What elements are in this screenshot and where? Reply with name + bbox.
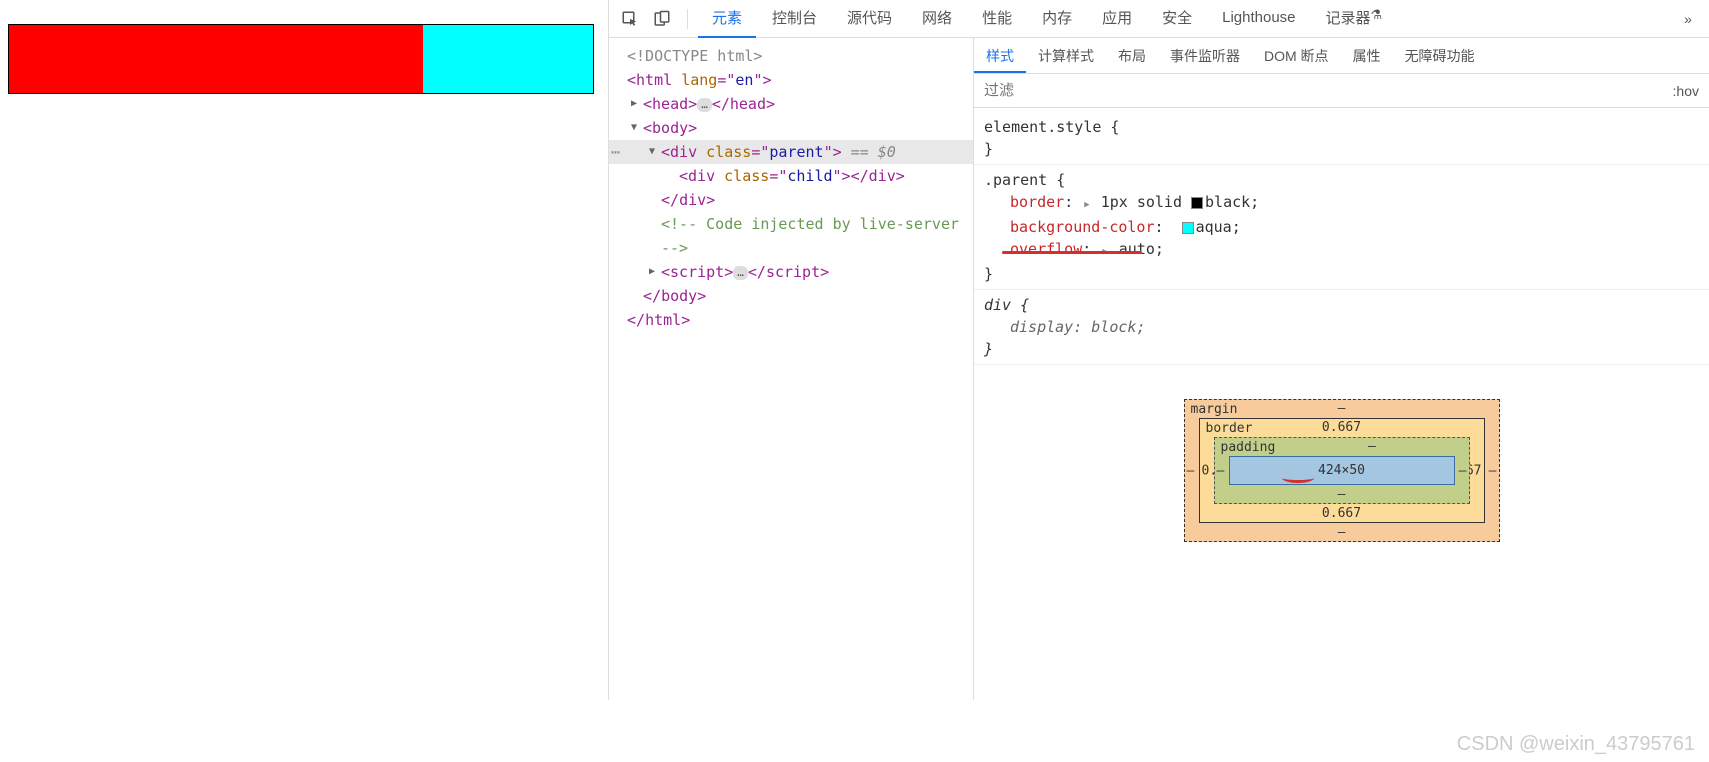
devtools-toolbar: 元素 控制台 源代码 网络 性能 内存 应用 安全 Lighthouse 记录器…: [609, 0, 1709, 38]
expand-shorthand-icon[interactable]: ▶: [1084, 194, 1089, 216]
color-swatch-black[interactable]: [1191, 197, 1203, 209]
tab-security[interactable]: 安全: [1148, 0, 1206, 38]
styles-tab-accessibility[interactable]: 无障碍功能: [1393, 38, 1487, 73]
expand-arrow-icon[interactable]: ▶: [645, 260, 659, 284]
parent-element[interactable]: [8, 24, 594, 94]
devtools: 元素 控制台 源代码 网络 性能 内存 应用 安全 Lighthouse 记录器…: [609, 0, 1709, 700]
separator: [687, 9, 688, 29]
page-preview: [0, 0, 609, 700]
ellipsis-icon[interactable]: …: [697, 98, 712, 112]
dom-doctype[interactable]: <!DOCTYPE html>: [627, 47, 762, 65]
annotation-arc: [1282, 473, 1314, 483]
box-model: margin – – – – border 0.667 0.667 0.667 …: [974, 369, 1709, 572]
tab-recorder[interactable]: 记录器⚗: [1312, 0, 1397, 38]
box-model-margin[interactable]: margin – – – – border 0.667 0.667 0.667 …: [1184, 399, 1500, 542]
styles-tab-computed[interactable]: 计算样式: [1026, 38, 1106, 73]
box-model-content[interactable]: 424×50: [1229, 456, 1455, 485]
styles-tab-dom-breakpoints[interactable]: DOM 断点: [1252, 38, 1341, 73]
child-element[interactable]: [9, 25, 423, 93]
color-swatch-aqua[interactable]: [1182, 222, 1194, 234]
inspect-icon[interactable]: [615, 4, 645, 34]
expand-arrow-icon[interactable]: ▶: [627, 92, 641, 116]
collapse-arrow-icon[interactable]: ▼: [627, 116, 641, 140]
collapse-arrow-icon[interactable]: ▼: [645, 140, 659, 164]
dom-selected-node[interactable]: ▼<div class="parent"> == $0: [609, 140, 973, 164]
box-model-border[interactable]: border 0.667 0.667 0.667 0.667 padding –…: [1199, 418, 1485, 523]
hov-toggle[interactable]: :hov: [1663, 83, 1699, 99]
styles-tab-listeners[interactable]: 事件监听器: [1158, 38, 1252, 73]
tab-lighthouse[interactable]: Lighthouse: [1208, 1, 1309, 36]
styles-panel: 样式 计算样式 布局 事件监听器 DOM 断点 属性 无障碍功能 :hov el…: [974, 38, 1709, 700]
annotation-underline: [1002, 251, 1142, 254]
rule-parent[interactable]: .parent { border: ▶ 1px solid black; bac…: [974, 165, 1709, 290]
ellipsis-icon[interactable]: …: [733, 266, 748, 280]
styles-tab-layout[interactable]: 布局: [1106, 38, 1158, 73]
tab-network[interactable]: 网络: [908, 0, 966, 38]
tab-sources[interactable]: 源代码: [833, 0, 906, 38]
css-rules: element.style { } .parent { border: ▶ 1p…: [974, 108, 1709, 369]
dom-child-node[interactable]: <div class="child"></div>: [609, 164, 973, 188]
styles-filter-input[interactable]: [984, 82, 1663, 99]
rule-element-style[interactable]: element.style { }: [974, 112, 1709, 165]
tab-memory[interactable]: 内存: [1028, 0, 1086, 38]
dom-tree[interactable]: <!DOCTYPE html> <html lang="en"> ▶<head>…: [609, 38, 974, 700]
more-tabs-icon[interactable]: »: [1673, 4, 1703, 34]
watermark: CSDN @weixin_43795761: [1457, 733, 1695, 756]
styles-tab-bar: 样式 计算样式 布局 事件监听器 DOM 断点 属性 无障碍功能: [974, 38, 1709, 74]
tab-performance[interactable]: 性能: [968, 0, 1026, 38]
styles-tab-properties[interactable]: 属性: [1341, 38, 1393, 73]
tab-console[interactable]: 控制台: [758, 0, 831, 38]
styles-tab-styles[interactable]: 样式: [974, 38, 1026, 73]
box-model-padding[interactable]: padding – – – – 424×50: [1214, 437, 1470, 504]
rule-div-ua[interactable]: div { display: block; }: [974, 290, 1709, 365]
tab-elements[interactable]: 元素: [698, 0, 756, 38]
tab-application[interactable]: 应用: [1088, 0, 1146, 38]
device-icon[interactable]: [647, 4, 677, 34]
